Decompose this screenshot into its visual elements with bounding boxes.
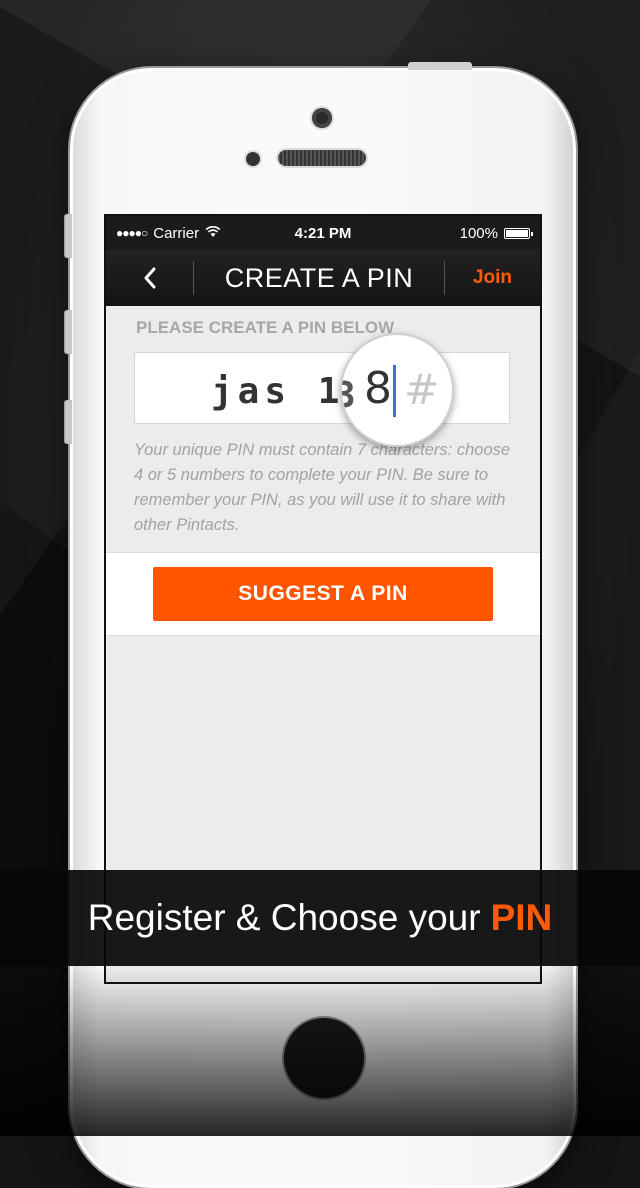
proximity-sensor bbox=[246, 152, 260, 166]
earpiece-speaker bbox=[278, 150, 366, 166]
magnified-hint: # bbox=[404, 365, 440, 414]
volume-up-button bbox=[64, 310, 72, 354]
navigation-bar: CREATE A PIN Join bbox=[106, 250, 540, 306]
text-cursor bbox=[393, 365, 396, 417]
create-pin-form: PLEASE CREATE A PIN BELOW jas 13 3 8 # Y… bbox=[106, 306, 540, 636]
app-screen: ●●●●○ Carrier 4:21 PM 100% CREATE A PIN … bbox=[104, 214, 542, 984]
magnifier-partial-char: 3 bbox=[342, 375, 356, 416]
sleep-button bbox=[408, 62, 472, 70]
caption-text: Register & Choose your bbox=[87, 897, 481, 938]
suggest-pin-button[interactable]: SUGGEST A PIN bbox=[153, 567, 493, 621]
pin-input[interactable]: jas 13 3 8 # bbox=[134, 333, 510, 447]
text-magnifier-loupe: 3 8 # bbox=[340, 333, 454, 447]
section-label: PLEASE CREATE A PIN BELOW bbox=[136, 318, 395, 337]
join-button[interactable]: Join bbox=[444, 261, 540, 295]
battery-icon bbox=[504, 227, 533, 239]
caption-highlight: PIN bbox=[490, 897, 553, 938]
magnified-char: 8 bbox=[364, 363, 392, 414]
chevron-left-icon bbox=[144, 267, 155, 289]
pin-help-text: Your unique PIN must contain 7 character… bbox=[134, 441, 511, 534]
volume-down-button bbox=[64, 400, 72, 444]
suggest-button-row: SUGGEST A PIN bbox=[106, 552, 540, 636]
promo-caption: Register & Choose your PIN bbox=[0, 870, 640, 966]
mute-switch bbox=[64, 214, 72, 258]
status-time: 4:21 PM bbox=[294, 224, 352, 242]
front-camera bbox=[312, 108, 332, 128]
status-bar: ●●●●○ Carrier 4:21 PM 100% bbox=[106, 216, 540, 250]
back-button[interactable] bbox=[106, 261, 194, 295]
page-title: CREATE A PIN bbox=[224, 262, 414, 293]
home-button bbox=[282, 1016, 366, 1100]
